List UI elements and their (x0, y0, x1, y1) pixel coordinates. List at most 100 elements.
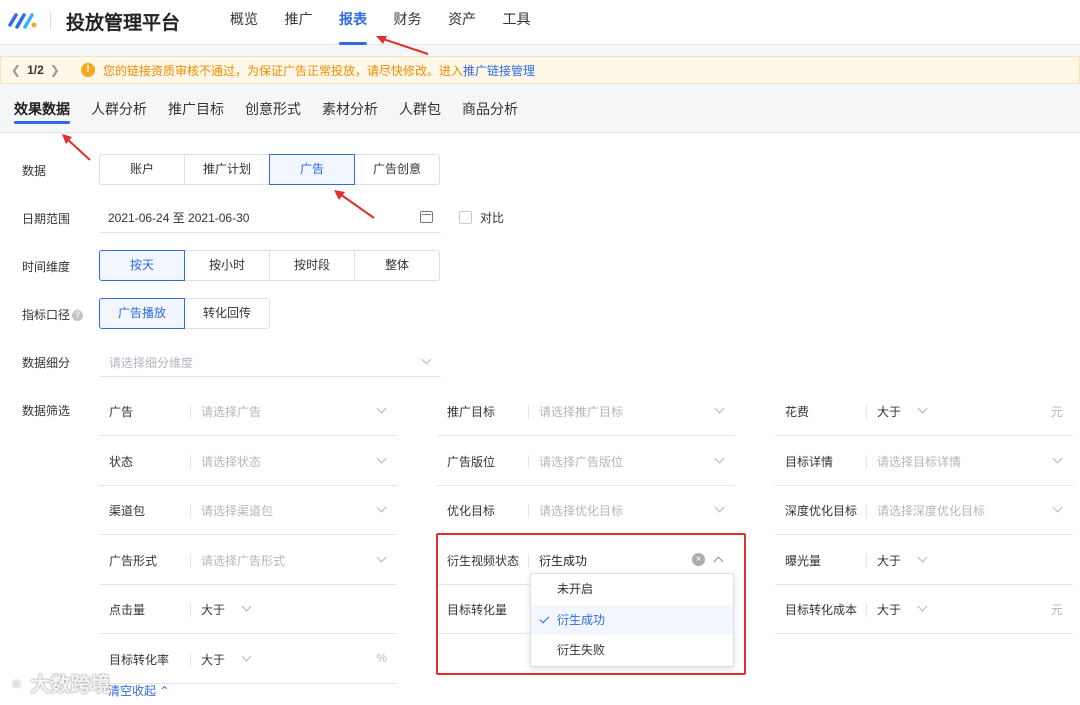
metric-ad-playback-button[interactable]: 广告播放 (99, 298, 185, 329)
compare-label[interactable]: 对比 (480, 209, 504, 226)
nav-tools[interactable]: 工具 (503, 0, 558, 45)
field-divider (190, 554, 191, 568)
target-cost-filter-label: 目标转化成本 (785, 603, 858, 617)
placement-filter[interactable]: 广告版位 请选择广告版位 (437, 446, 735, 486)
optimize-filter-placeholder: 请选择优化目标 (539, 504, 624, 518)
metric-basis-segmented: 广告播放 转化回传 (99, 298, 270, 329)
logo-divider (50, 12, 51, 30)
time-overall-button[interactable]: 整体 (354, 250, 440, 281)
data-level-campaign-button[interactable]: 推广计划 (184, 154, 270, 185)
ad-format-filter[interactable]: 广告形式 请选择广告形式 (99, 545, 397, 585)
chevron-down-icon (917, 403, 928, 414)
deep-optimize-filter[interactable]: 深度优化目标 请选择深度优化目标 (775, 495, 1073, 535)
impressions-operator-select[interactable]: 大于 (877, 552, 901, 569)
nav-finance[interactable]: 财务 (394, 0, 449, 45)
tab-product-analysis[interactable]: 商品分析 (462, 85, 518, 132)
field-divider (528, 554, 529, 568)
time-by-hour-button[interactable]: 按小时 (184, 250, 270, 281)
tab-performance-data[interactable]: 效果数据 (14, 85, 70, 132)
field-divider (866, 603, 867, 617)
clear-link-text[interactable]: 清空 (108, 684, 132, 698)
report-subtabs: 效果数据 人群分析 推广目标 创意形式 素材分析 人群包 商品分析 (0, 85, 1080, 133)
link-management-link[interactable]: 推广链接管理 (463, 62, 535, 79)
option-derived-failed[interactable]: 衍生失败 (531, 635, 733, 666)
tab-audience-package[interactable]: 人群包 (399, 85, 441, 132)
derived-video-filter-label: 衍生视频状态 (447, 554, 520, 568)
top-navigation-bar: 投放管理平台 概览 推广 报表 财务 资产 工具 (0, 0, 1080, 45)
notice-bar: ❮ 1/2 ❯ ! 您的链接资质审核不通过，为保证广告正常投放，请尽快修改。进入… (0, 56, 1080, 84)
field-divider (528, 504, 529, 518)
check-icon (539, 613, 550, 623)
tab-audience-analysis[interactable]: 人群分析 (91, 85, 147, 132)
tab-promotion-goal[interactable]: 推广目标 (168, 85, 224, 132)
field-divider (866, 554, 867, 568)
option-not-enabled[interactable]: 未开启 (531, 574, 733, 605)
collapse-link-text[interactable]: 收起 (132, 684, 156, 698)
target-detail-filter[interactable]: 目标详情 请选择目标详情 (775, 446, 1073, 486)
metric-conversion-callback-button[interactable]: 转化回传 (184, 298, 270, 329)
optimize-filter-label: 优化目标 (447, 504, 496, 518)
ad-filter-placeholder: 请选择广告 (201, 405, 262, 419)
field-divider (866, 405, 867, 419)
chevron-down-icon (1052, 502, 1063, 513)
placement-filter-placeholder: 请选择广告版位 (539, 455, 624, 469)
data-level-ad-button[interactable]: 广告 (269, 154, 355, 185)
chevron-down-icon (376, 403, 387, 414)
data-level-creative-button[interactable]: 广告创意 (354, 154, 440, 185)
time-by-day-button[interactable]: 按天 (99, 250, 185, 281)
calendar-icon[interactable] (420, 211, 433, 223)
status-filter[interactable]: 状态 请选择状态 (99, 446, 397, 486)
nav-overview[interactable]: 概览 (230, 0, 285, 45)
breakdown-label: 数据细分 (22, 356, 71, 370)
target-cost-operator-select[interactable]: 大于 (877, 601, 901, 618)
compare-checkbox[interactable] (459, 211, 472, 224)
target-cost-filter[interactable]: 目标转化成本 大于 元 (775, 594, 1073, 634)
clicks-filter[interactable]: 点击量 大于 (99, 594, 397, 634)
data-level-segmented: 账户 推广计划 广告 广告创意 (99, 154, 440, 185)
goal-filter[interactable]: 推广目标 请选择推广目标 (437, 396, 735, 436)
option-derived-success[interactable]: 衍生成功 (531, 604, 733, 635)
nav-promotion[interactable]: 推广 (285, 0, 340, 45)
ad-filter[interactable]: 广告 请选择广告 (99, 396, 397, 436)
status-filter-label: 状态 (109, 455, 134, 469)
chevron-down-icon (376, 453, 387, 464)
date-range-picker[interactable]: 2021-06-24 至 2021-06-30 (99, 203, 441, 233)
watermark-logo-icon: ⚬ (8, 674, 25, 696)
collapse-link[interactable]: 清空收起 ⌃ (108, 682, 169, 699)
field-divider (528, 405, 529, 419)
cost-operator-select[interactable]: 大于 (877, 403, 901, 420)
channel-filter[interactable]: 渠道包 请选择渠道包 (99, 495, 397, 535)
metric-basis-label: 指标口径? (22, 306, 84, 323)
optimize-filter[interactable]: 优化目标 请选择优化目标 (437, 495, 735, 535)
app-logo-icon[interactable] (8, 9, 38, 31)
cost-filter-label: 花费 (785, 405, 810, 419)
filter-label: 数据筛选 (22, 404, 71, 418)
field-divider (866, 504, 867, 518)
clicks-operator-select[interactable]: 大于 (201, 601, 225, 618)
deep-optimize-filter-label: 深度优化目标 (785, 504, 858, 518)
clear-icon[interactable]: × (692, 553, 705, 566)
app-title: 投放管理平台 (66, 13, 181, 34)
time-dimension-segmented: 按天 按小时 按时段 整体 (99, 250, 440, 281)
chevron-down-icon (241, 651, 252, 662)
warning-icon: ! (81, 63, 95, 77)
target-rate-operator-select[interactable]: 大于 (201, 651, 225, 668)
impressions-filter[interactable]: 曝光量 大于 (775, 545, 1073, 585)
chevron-down-icon (714, 453, 725, 464)
chevron-down-icon (376, 552, 387, 563)
tab-creative-format[interactable]: 创意形式 (245, 85, 301, 132)
prev-notice-icon[interactable]: ❮ (11, 63, 21, 77)
breakdown-select[interactable]: 请选择细分维度 (99, 347, 441, 377)
target-rate-filter[interactable]: 目标转化率 大于 % (99, 644, 397, 684)
cost-filter[interactable]: 花费 大于 元 (775, 396, 1073, 436)
data-level-account-button[interactable]: 账户 (99, 154, 185, 185)
time-by-period-button[interactable]: 按时段 (269, 250, 355, 281)
tab-material-analysis[interactable]: 素材分析 (322, 85, 378, 132)
notice-pager: ❮ 1/2 ❯ (11, 63, 81, 77)
help-icon[interactable]: ? (72, 310, 84, 321)
nav-reports[interactable]: 报表 (339, 0, 394, 45)
field-divider (190, 603, 191, 617)
notice-page-indicator: 1/2 (27, 63, 44, 77)
next-notice-icon[interactable]: ❯ (50, 63, 60, 77)
nav-assets[interactable]: 资产 (448, 0, 503, 45)
